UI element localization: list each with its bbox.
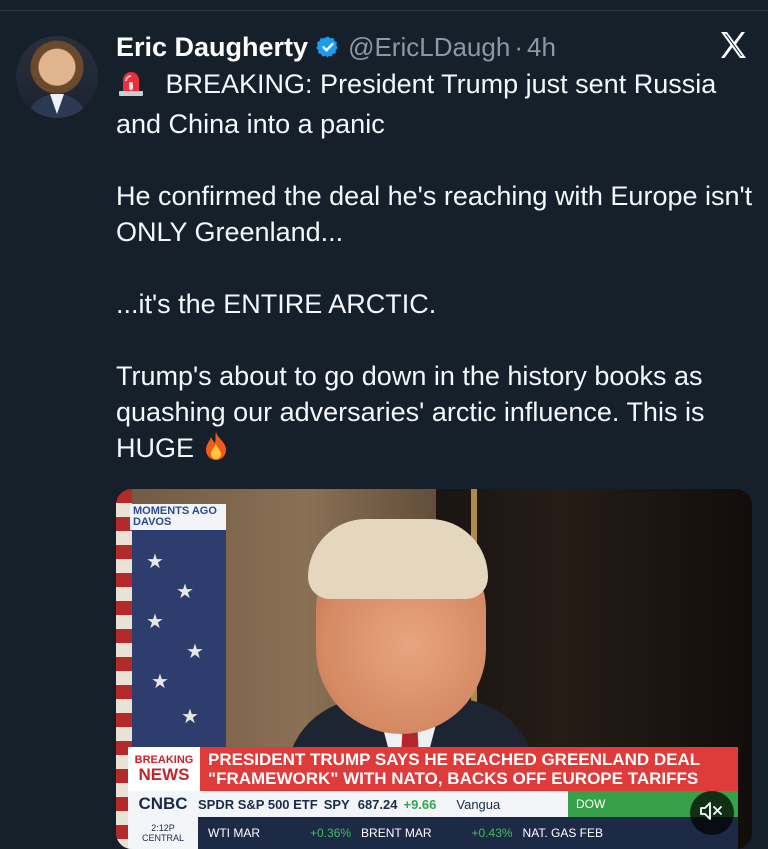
brent-change: +0.43% <box>471 826 513 840</box>
ticker-next: Vangua <box>456 796 501 812</box>
speaker-hair <box>308 519 488 599</box>
tweet-text-breaking: BREAKING: President Trump just sent Russ… <box>116 69 717 139</box>
ticker-symbol: SPY <box>323 796 350 812</box>
headline-line-2: "FRAMEWORK" WITH NATO, BACKS OFF EUROPE … <box>208 769 699 788</box>
tweet-body: BREAKING: President Trump just sent Russ… <box>116 66 756 470</box>
tweet-line-2: He confirmed the deal he's reaching with… <box>116 181 753 247</box>
speaker-mute-icon <box>699 800 725 827</box>
moments-ago-bug: MOMENTS AGO DAVOS <box>130 504 226 530</box>
news-headline: PRESIDENT TRUMP SAYS HE REACHED GREENLAN… <box>200 747 738 791</box>
tweet-line-3: ...it's the ENTIRE ARCTIC. <box>116 289 437 319</box>
natgas-label: NAT. GAS FEB <box>522 826 604 840</box>
siren-emoji-icon <box>116 67 146 106</box>
avatar[interactable] <box>16 36 98 118</box>
fire-emoji-icon <box>202 431 230 470</box>
ticker-change: +9.66 <box>403 796 437 812</box>
tweet-line-1: BREAKING: President Trump just sent Russ… <box>116 66 756 142</box>
author-name[interactable]: Eric Daugherty <box>116 32 308 63</box>
american-flag: ★ ★ ★ ★ ★ ★ <box>116 509 226 769</box>
verified-badge-icon[interactable] <box>316 35 340 59</box>
dow-label: DOW <box>576 797 606 811</box>
wti-change: +0.36% <box>310 826 352 840</box>
tweet-header: Eric Daugherty @EricLDaugh · 4h <box>116 30 556 64</box>
bug-line-2: DAVOS <box>133 516 172 528</box>
headline-line-1: PRESIDENT TRUMP SAYS HE REACHED GREENLAN… <box>208 750 701 769</box>
mute-button[interactable] <box>690 791 734 835</box>
top-divider <box>0 10 768 11</box>
news-label: NEWS <box>138 765 190 784</box>
time-line-1: 2:12P <box>151 823 175 833</box>
commodity-ticker: 2:12P CENTRAL WTI MAR +0.36% BRENT MAR +… <box>128 817 738 849</box>
x-logo-icon[interactable] <box>718 30 748 60</box>
stock-ticker: CNBC SPDR S&P 500 ETF SPY 687.24 +9.66 V… <box>128 791 738 817</box>
broadcast-time: 2:12P CENTRAL <box>128 817 198 849</box>
time-line-2: CENTRAL <box>141 833 184 843</box>
ticker-price: 687.24 <box>357 796 398 812</box>
video-media[interactable]: ★ ★ ★ ★ ★ ★ MOMENTS AGO DAVOS BREAKING N… <box>116 489 752 849</box>
breaking-news-tag: BREAKING NEWS <box>128 747 200 791</box>
wti-label: WTI MAR <box>208 826 260 840</box>
cnbc-logo: CNBC <box>138 794 188 813</box>
breaking-news-banner: BREAKING NEWS PRESIDENT TRUMP SAYS HE RE… <box>128 747 738 791</box>
ticker-label: SPDR S&P 500 ETF <box>198 796 318 812</box>
dot-separator: · <box>514 31 523 62</box>
post-time[interactable]: 4h <box>527 32 556 63</box>
author-handle[interactable]: @EricLDaugh <box>348 32 510 63</box>
tweet-line-4: Trump's about to go down in the history … <box>116 358 756 470</box>
brent-label: BRENT MAR <box>361 826 432 840</box>
